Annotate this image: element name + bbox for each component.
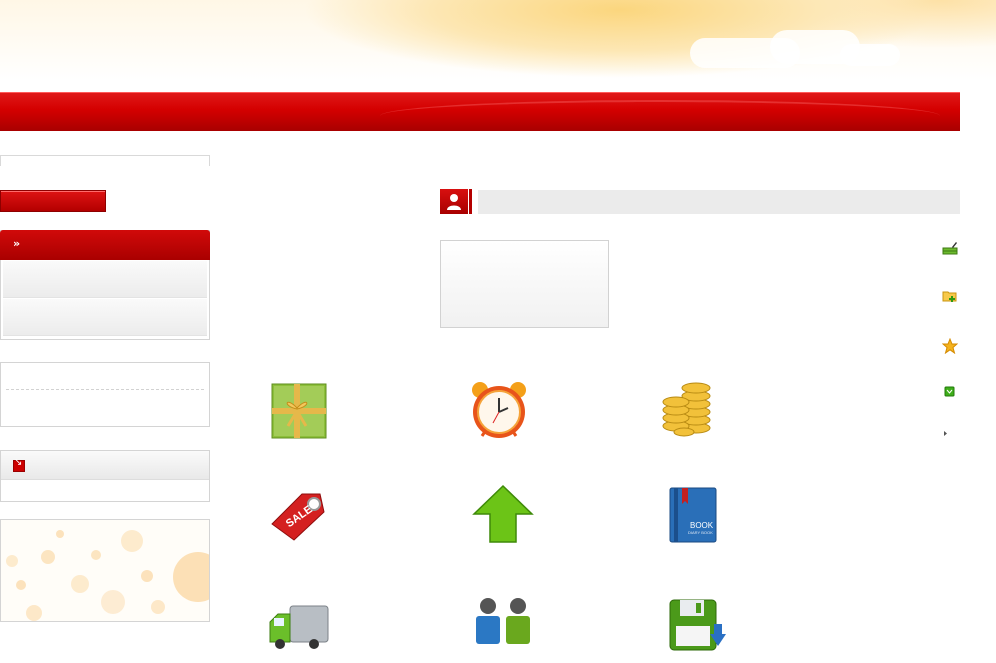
basket-edit-icon[interactable] [942,240,958,256]
search-box[interactable] [0,155,210,166]
promo-banner[interactable] [0,519,210,622]
user-section-icon [440,189,468,214]
folder-add-icon[interactable] [942,288,958,304]
shield-icon[interactable] [942,384,958,400]
info-panel [0,362,210,427]
book-icon[interactable]: BOOK DIARY BOOK [664,486,726,548]
arrow-down-right-icon [13,457,25,472]
login-button[interactable] [0,190,106,212]
truck-icon[interactable] [268,596,330,658]
menu-item[interactable] [3,261,207,298]
gift-icon[interactable] [268,378,330,440]
double-chevron-icon: » [13,237,21,250]
upload-arrow-icon[interactable] [472,484,534,546]
bullet-arrow-icon[interactable] [942,428,958,444]
divider [6,389,204,390]
save-icon[interactable] [666,596,728,658]
alarm-clock-icon[interactable] [468,378,530,440]
notice-panel-header[interactable] [1,451,209,480]
profile-photo [440,240,609,328]
section-divider [469,189,472,214]
category-menu-header[interactable]: » [0,230,210,260]
section-title-bar [478,190,960,214]
menu-item[interactable] [3,299,207,336]
header-banner [0,0,996,80]
main-navigation-bar[interactable] [0,92,960,131]
user-icon [447,194,461,210]
category-menu-panel: » [0,230,210,340]
users-icon[interactable] [472,596,534,658]
notice-panel [0,450,210,502]
cloud-decoration [840,44,900,66]
sale-tag-icon[interactable]: SALE [268,486,330,548]
svg-text:BOOK: BOOK [690,521,714,530]
star-icon[interactable] [941,337,959,355]
svg-text:DIARY BOOK: DIARY BOOK [688,530,713,535]
coins-icon[interactable] [658,376,720,438]
